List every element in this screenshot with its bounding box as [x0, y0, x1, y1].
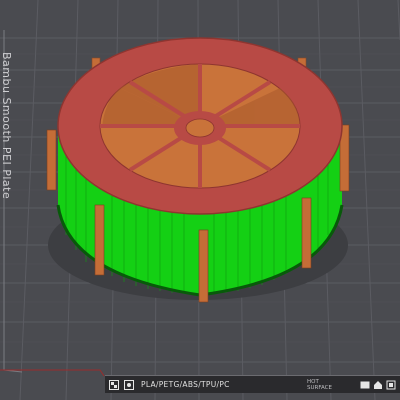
3d-viewport[interactable]	[0, 0, 400, 400]
surface-line-2: SURFACE	[307, 384, 332, 391]
view-icon[interactable]	[386, 380, 396, 390]
home-icon[interactable]	[373, 380, 383, 390]
plate-type-label: Bambu Smooth PEI Plate	[0, 52, 13, 200]
warning-icon	[360, 380, 370, 390]
plate-icon[interactable]	[109, 379, 119, 390]
surface-warning: HOT SURFACE	[307, 379, 349, 391]
settings-icon[interactable]	[124, 379, 134, 390]
interior-spokes	[99, 63, 301, 189]
filament-types-label: PLA/PETG/ABS/TPU/PC	[141, 380, 230, 389]
plate-info-bar: PLA/PETG/ABS/TPU/PC HOT SURFACE	[105, 375, 400, 393]
